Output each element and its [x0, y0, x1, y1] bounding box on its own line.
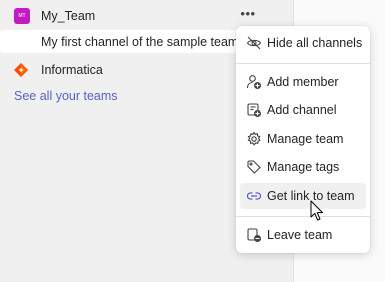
more-options-button[interactable]: ••• — [238, 7, 258, 24]
menu-item-get-link-to-team[interactable]: Get link to team — [240, 183, 366, 209]
menu-divider — [236, 216, 370, 217]
team-item-my-team[interactable]: MT My_Team ••• — [0, 4, 293, 26]
menu-item-manage-tags[interactable]: Manage tags — [240, 154, 366, 180]
menu-item-label: Hide all channels — [267, 36, 363, 50]
menu-item-add-member[interactable]: Add member — [240, 69, 366, 95]
channel-item[interactable]: My first channel of the sample team — [0, 30, 250, 53]
link-icon — [246, 192, 262, 200]
person-add-icon — [246, 75, 261, 89]
team-context-menu: Hide all channels Add member Add channel… — [236, 26, 370, 253]
team-name: My_Team — [41, 9, 96, 23]
menu-item-label: Manage tags — [267, 160, 340, 174]
menu-item-label: Manage team — [267, 132, 344, 146]
leave-icon — [247, 228, 261, 242]
menu-item-add-channel[interactable]: Add channel — [240, 97, 366, 123]
menu-item-label: Add member — [267, 75, 339, 89]
channel-name: My first channel of the sample team — [41, 35, 239, 49]
menu-item-label: Leave team — [267, 228, 333, 242]
mouse-pointer-icon — [310, 200, 323, 221]
menu-item-label: Add channel — [267, 103, 337, 117]
team-avatar: MT — [14, 8, 30, 24]
menu-item-manage-team[interactable]: Manage team — [240, 126, 366, 152]
menu-item-leave-team[interactable]: Leave team — [240, 222, 366, 248]
see-all-teams-link[interactable]: See all your teams — [14, 88, 118, 104]
eye-off-icon — [246, 36, 262, 50]
menu-item-hide-all-channels[interactable]: Hide all channels — [240, 30, 366, 56]
team-name: Informatica — [41, 63, 103, 77]
gear-icon — [247, 131, 261, 146]
menu-divider — [236, 63, 370, 64]
channel-add-icon — [247, 103, 261, 117]
tag-icon — [247, 160, 261, 174]
informatica-logo-icon — [14, 63, 28, 77]
